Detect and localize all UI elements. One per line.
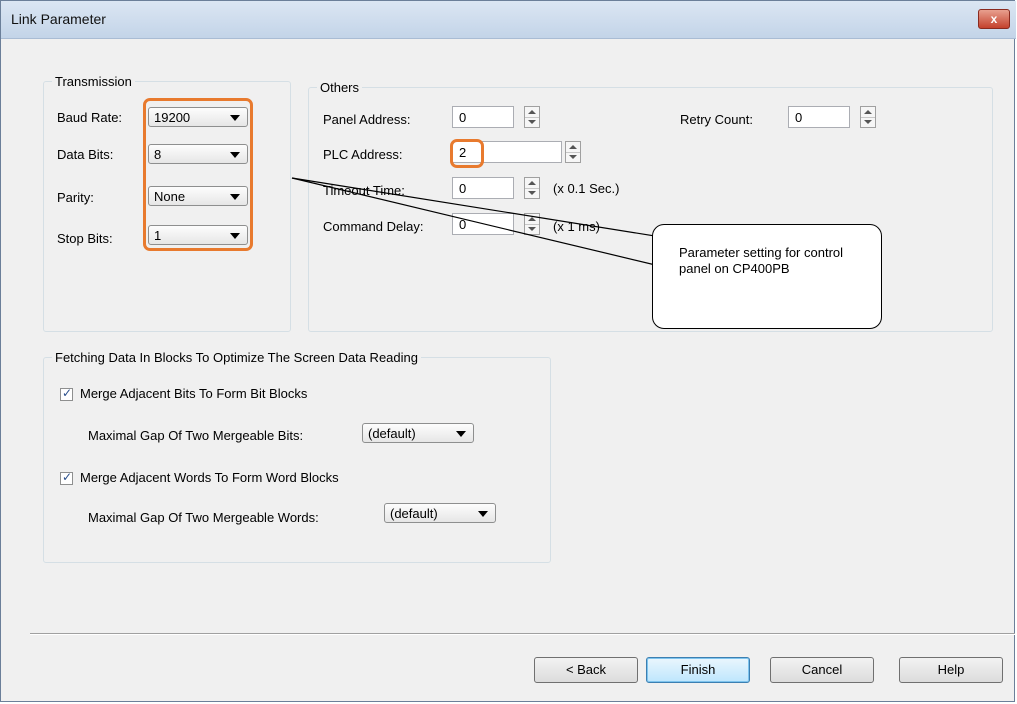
callout-text: Parameter setting for control panel on C…	[679, 245, 844, 276]
callout-pointer	[291, 177, 681, 269]
callout-box: Parameter setting for control panel on C…	[652, 224, 882, 329]
